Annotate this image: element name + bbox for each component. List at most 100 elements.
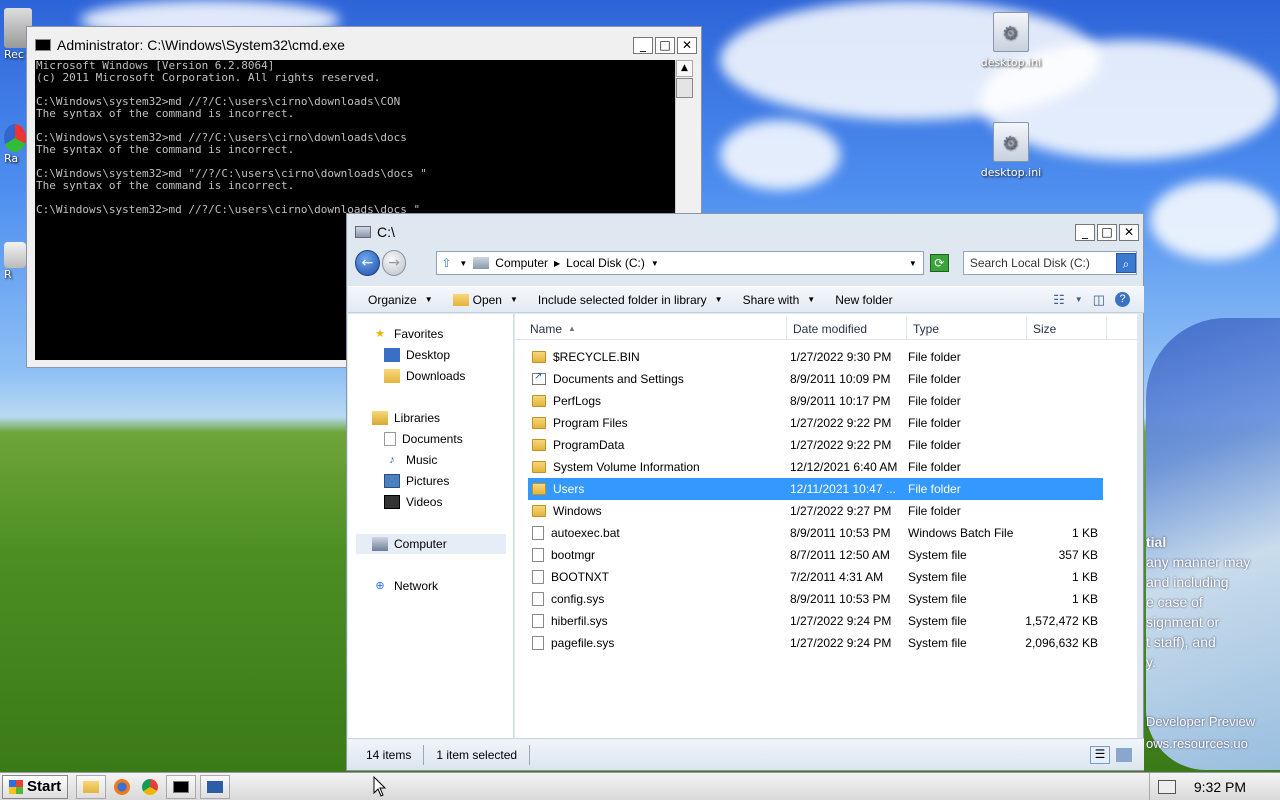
overlay-text: tial <box>1146 534 1167 550</box>
drive-icon <box>355 226 371 238</box>
share-with-button[interactable]: Share with ▼ <box>743 293 816 307</box>
chevron-down-icon[interactable]: ▶ <box>554 259 560 268</box>
nav-pictures[interactable]: Pictures <box>384 471 449 491</box>
col-name[interactable]: Name ▲ <box>515 317 787 340</box>
breadcrumb-computer[interactable]: Computer <box>495 256 548 270</box>
address-bar[interactable]: ⇧ ▼ Computer ▶ Local Disk (C:) ▼ ▼ <box>436 251 924 275</box>
taskbar-powershell[interactable] <box>200 774 231 799</box>
folder-icon <box>532 505 546 517</box>
network-tray-icon[interactable] <box>1157 779 1176 794</box>
file-name: hiberfil.sys <box>551 614 608 628</box>
file-name: $RECYCLE.BIN <box>553 350 640 364</box>
minimize-button[interactable]: _ <box>1075 223 1095 241</box>
navigation-pane: ★ Favorites Desktop Downloads Libraries D… <box>348 314 514 738</box>
file-type: File folder <box>908 372 961 386</box>
file-row[interactable]: BOOTNXT 7/2/2011 4:31 AM System file 1 KB <box>528 566 1103 588</box>
close-button[interactable]: ✕ <box>1119 223 1139 241</box>
maximize-button[interactable]: □ <box>655 36 675 54</box>
chevron-down-icon[interactable]: ▼ <box>459 259 467 268</box>
file-row[interactable]: bootmgr 8/7/2011 12:50 AM System file 357 K… <box>528 544 1103 566</box>
help-icon[interactable]: ? <box>1115 292 1130 307</box>
folder-icon <box>532 483 546 495</box>
file-row[interactable]: pagefile.sys 1/27/2022 9:24 PM System file… <box>528 632 1103 654</box>
file-row[interactable]: PerfLogs 8/9/2011 10:17 PM File folder <box>528 390 1103 412</box>
explorer-titlebar[interactable]: C:\ _ □ ✕ <box>347 221 1143 243</box>
back-button[interactable]: ← <box>355 250 380 276</box>
col-date[interactable]: Date modified <box>787 317 907 340</box>
nav-documents[interactable]: Documents <box>384 429 463 449</box>
search-input[interactable]: Search Local Disk (C:) ⌕ <box>962 251 1137 275</box>
file-type: Windows Batch File <box>908 526 1014 540</box>
file-row[interactable]: Program Files 1/27/2022 9:22 PM File folde… <box>528 412 1103 434</box>
details-view-icon[interactable]: ☰ <box>1090 745 1110 764</box>
overlay-text: ows.resources.uo <box>1146 736 1248 751</box>
cmd-titlebar[interactable]: Administrator: C:\Windows\System32\cmd.e… <box>27 34 701 56</box>
close-button[interactable]: ✕ <box>677 36 697 54</box>
documents-icon <box>384 432 396 446</box>
file-name: Documents and Settings <box>553 372 684 386</box>
address-row: ← → ⇧ ▼ Computer ▶ Local Disk (C:) ▼ ▼ ⟳… <box>355 247 1137 279</box>
taskbar-firefox[interactable] <box>110 775 134 799</box>
nav-network[interactable]: ⊕ Network <box>372 576 438 596</box>
desktop-icon-label: desktop.ini <box>980 56 1042 69</box>
search-icon[interactable]: ⌕ <box>1116 253 1136 273</box>
preview-pane-icon[interactable]: ◫ <box>1093 292 1105 308</box>
explorer-window[interactable]: C:\ _ □ ✕ ← → ⇧ ▼ Computer ▶ Local Disk … <box>346 213 1144 771</box>
refresh-button[interactable]: ⟳ <box>929 254 949 272</box>
scroll-up-icon[interactable]: ▲ <box>676 60 693 77</box>
nav-computer[interactable]: Computer <box>356 534 506 554</box>
nav-desktop[interactable]: Desktop <box>384 345 450 365</box>
taskbar-cmd[interactable] <box>166 774 197 799</box>
file-date: 8/9/2011 10:53 PM <box>790 526 891 540</box>
file-date: 1/27/2022 9:24 PM <box>790 636 892 650</box>
include-in-library-button[interactable]: Include selected folder in library ▼ <box>538 293 723 307</box>
firefox-icon <box>114 778 131 795</box>
scroll-thumb[interactable] <box>676 78 693 98</box>
col-type[interactable]: Type <box>907 317 1027 340</box>
item-count: 14 items <box>348 744 425 765</box>
forward-button[interactable]: → <box>381 250 407 276</box>
clock[interactable]: 9:32 PM <box>1194 779 1246 795</box>
settings-file-icon <box>993 122 1029 162</box>
file-row[interactable]: Users 12/11/2021 10:47 ... File folder <box>528 478 1103 500</box>
file-row[interactable]: hiberfil.sys 1/27/2022 9:24 PM System file… <box>528 610 1103 632</box>
view-options-icon[interactable]: ☷ <box>1053 292 1065 308</box>
up-arrow-icon[interactable]: ⇧ <box>441 256 451 270</box>
taskbar-explorer[interactable] <box>76 774 107 799</box>
file-name: BOOTNXT <box>551 570 610 584</box>
col-size[interactable]: Size <box>1027 317 1107 340</box>
address-history-icon[interactable]: ▼ <box>909 259 917 268</box>
file-row[interactable]: System Volume Information 12/12/2021 6:40… <box>528 456 1103 478</box>
nav-videos[interactable]: Videos <box>384 492 442 512</box>
windows-logo-icon <box>9 779 23 794</box>
chevron-down-icon[interactable]: ▼ <box>1075 295 1083 304</box>
nav-libraries[interactable]: Libraries <box>372 408 440 428</box>
console-line: The syntax of the command is incorrect. <box>36 179 295 192</box>
taskbar-chrome[interactable] <box>138 775 162 799</box>
maximize-button[interactable]: □ <box>1097 223 1117 241</box>
start-button[interactable]: Start <box>2 774 69 799</box>
desktop-ini-icon[interactable]: desktop.ini <box>976 12 1046 69</box>
large-icons-view-icon[interactable] <box>1116 747 1132 762</box>
file-row[interactable]: $RECYCLE.BIN 1/27/2022 9:30 PM File folder <box>528 346 1103 368</box>
file-row[interactable]: ProgramData 1/27/2022 9:22 PM File folder <box>528 434 1103 456</box>
folder-icon <box>532 371 546 385</box>
new-folder-button[interactable]: New folder <box>835 293 892 307</box>
network-icon: ⊕ <box>375 580 385 592</box>
system-tray: 9:32 PM <box>1148 773 1280 800</box>
open-button[interactable]: Open ▼ <box>452 293 518 307</box>
file-row[interactable]: autoexec.bat 8/9/2011 10:53 PM Windows Bat… <box>528 522 1103 544</box>
chevron-down-icon[interactable]: ▼ <box>651 259 659 268</box>
breadcrumb-local-disk[interactable]: Local Disk (C:) <box>566 256 645 270</box>
nav-favorites[interactable]: ★ Favorites <box>372 324 443 344</box>
minimize-button[interactable]: _ <box>633 36 653 54</box>
nav-music[interactable]: ♪ Music <box>384 450 437 470</box>
file-icon <box>532 570 544 584</box>
desktop-ini-icon[interactable]: desktop.ini <box>976 122 1046 179</box>
file-row[interactable]: Windows 1/27/2022 9:27 PM File folder <box>528 500 1103 522</box>
nav-downloads[interactable]: Downloads <box>384 366 465 386</box>
folder-icon <box>532 395 546 407</box>
file-row[interactable]: config.sys 8/9/2011 10:53 PM System file 1 … <box>528 588 1103 610</box>
organize-button[interactable]: Organize ▼ <box>368 293 433 307</box>
file-row[interactable]: Documents and Settings 8/9/2011 10:09 PM F… <box>528 368 1103 390</box>
